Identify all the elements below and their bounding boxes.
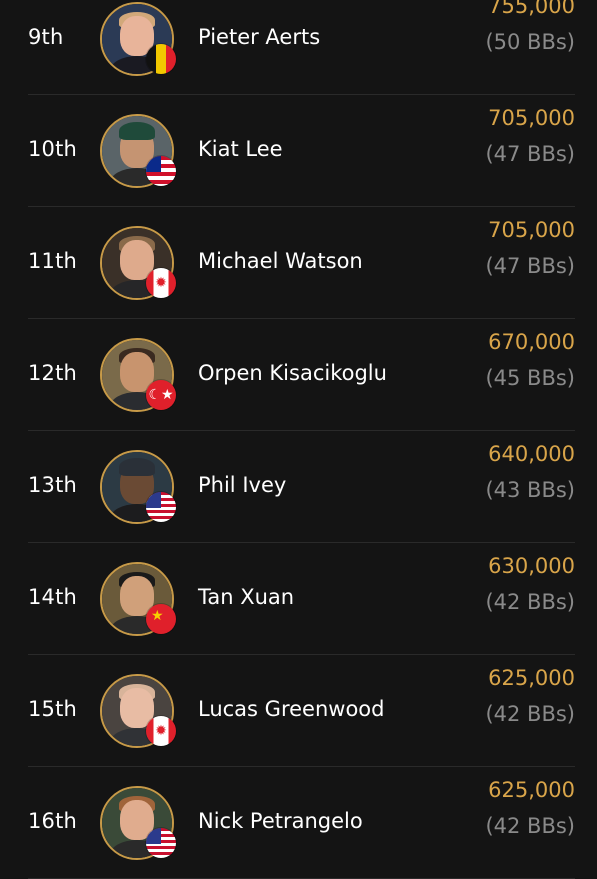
player-rank: 15th [28, 697, 78, 721]
player-avatar [100, 450, 176, 524]
player-rank: 11th [28, 249, 78, 273]
player-rank: 13th [28, 473, 78, 497]
player-row[interactable]: 14th ★ Tan Xuan 630,000 (42 BBs) [28, 543, 575, 655]
chip-count: 640,000 [488, 442, 575, 466]
chip-count: 625,000 [488, 666, 575, 690]
belgium-flag-icon [146, 44, 176, 74]
player-row[interactable]: 16th Nick Petrangelo 625,000 (42 BBs) [28, 767, 575, 879]
chip-count-list: 9th Pieter Aerts 755,000 (50 BBs) 10th K… [0, 0, 597, 879]
player-avatar [100, 114, 176, 188]
big-blinds: (45 BBs) [485, 366, 575, 390]
canada-flag-icon: ✹ [146, 268, 176, 298]
player-avatar [100, 786, 176, 860]
chip-count: 705,000 [488, 106, 575, 130]
big-blinds: (47 BBs) [485, 254, 575, 278]
player-name: Orpen Kisacikoglu [198, 361, 387, 385]
usa-flag-icon [146, 828, 176, 858]
china-flag-icon: ★ [146, 604, 176, 634]
player-name: Phil Ivey [198, 473, 287, 497]
malaysia-flag-icon [146, 156, 176, 186]
big-blinds: (42 BBs) [485, 702, 575, 726]
chip-count: 670,000 [488, 330, 575, 354]
chip-count: 630,000 [488, 554, 575, 578]
player-name: Michael Watson [198, 249, 363, 273]
player-name: Kiat Lee [198, 137, 283, 161]
player-avatar: ★ [100, 562, 176, 636]
player-row[interactable]: 9th Pieter Aerts 755,000 (50 BBs) [28, 0, 575, 95]
canada-flag-icon: ✹ [146, 716, 176, 746]
chip-count: 755,000 [488, 0, 575, 18]
usa-flag-icon [146, 492, 176, 522]
player-row[interactable]: 12th ☾★ Orpen Kisacikoglu 670,000 (45 BB… [28, 319, 575, 431]
player-avatar: ☾★ [100, 338, 176, 412]
player-rank: 9th [28, 25, 64, 49]
player-row[interactable]: 11th ✹ Michael Watson 705,000 (47 BBs) [28, 207, 575, 319]
player-rank: 14th [28, 585, 78, 609]
player-name: Tan Xuan [198, 585, 295, 609]
player-rank: 16th [28, 809, 78, 833]
player-name: Lucas Greenwood [198, 697, 385, 721]
big-blinds: (42 BBs) [485, 590, 575, 614]
player-rank: 10th [28, 137, 78, 161]
chip-count: 705,000 [488, 218, 575, 242]
player-rank: 12th [28, 361, 78, 385]
player-name: Pieter Aerts [198, 25, 321, 49]
player-avatar: ✹ [100, 674, 176, 748]
turkey-flag-icon: ☾★ [146, 380, 176, 410]
player-row[interactable]: 15th ✹ Lucas Greenwood 625,000 (42 BBs) [28, 655, 575, 767]
player-row[interactable]: 13th Phil Ivey 640,000 (43 BBs) [28, 431, 575, 543]
player-avatar: ✹ [100, 226, 176, 300]
player-avatar [100, 2, 176, 76]
big-blinds: (47 BBs) [485, 142, 575, 166]
big-blinds: (50 BBs) [485, 30, 575, 54]
player-name: Nick Petrangelo [198, 809, 363, 833]
player-row[interactable]: 10th Kiat Lee 705,000 (47 BBs) [28, 95, 575, 207]
big-blinds: (43 BBs) [485, 478, 575, 502]
chip-count: 625,000 [488, 778, 575, 802]
big-blinds: (42 BBs) [485, 814, 575, 838]
